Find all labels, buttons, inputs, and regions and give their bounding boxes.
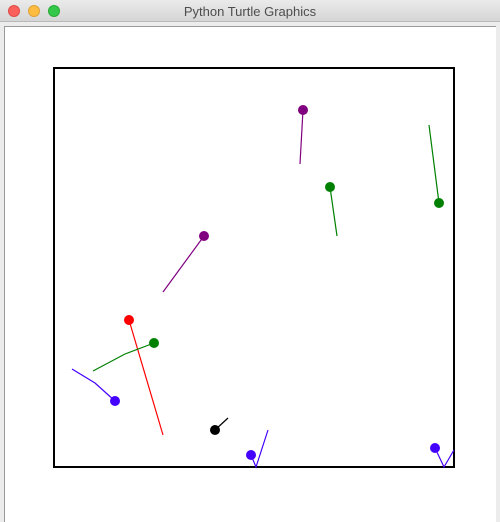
window-content xyxy=(0,22,500,522)
ball-purple-mid xyxy=(199,231,209,241)
ball-red-trail xyxy=(128,319,164,436)
arena-border xyxy=(53,67,455,468)
ball-green-left xyxy=(149,338,159,348)
ball-blue-right xyxy=(430,443,440,453)
ball-green-left-trail xyxy=(92,342,155,372)
ball-blue-left xyxy=(110,396,120,406)
ball-green-right-trail xyxy=(428,124,440,204)
ball-red xyxy=(124,315,134,325)
turtle-scene xyxy=(53,67,455,469)
ball-blue-left-trail xyxy=(71,368,116,402)
title-bar[interactable]: Python Turtle Graphics xyxy=(0,0,500,22)
ball-green-right xyxy=(434,198,444,208)
ball-blue-bottom-trail xyxy=(250,429,269,469)
ball-green-upper-trail xyxy=(329,186,338,237)
ball-green-upper xyxy=(325,182,335,192)
window-title: Python Turtle Graphics xyxy=(183,4,317,19)
ball-black xyxy=(210,425,220,435)
ball-purple-top-trail xyxy=(299,109,304,165)
ball-purple-top xyxy=(298,105,308,115)
ball-blue-bottom xyxy=(246,450,256,460)
ball-purple-mid-trail xyxy=(162,235,205,293)
turtle-window: Python Turtle Graphics xyxy=(0,0,500,522)
